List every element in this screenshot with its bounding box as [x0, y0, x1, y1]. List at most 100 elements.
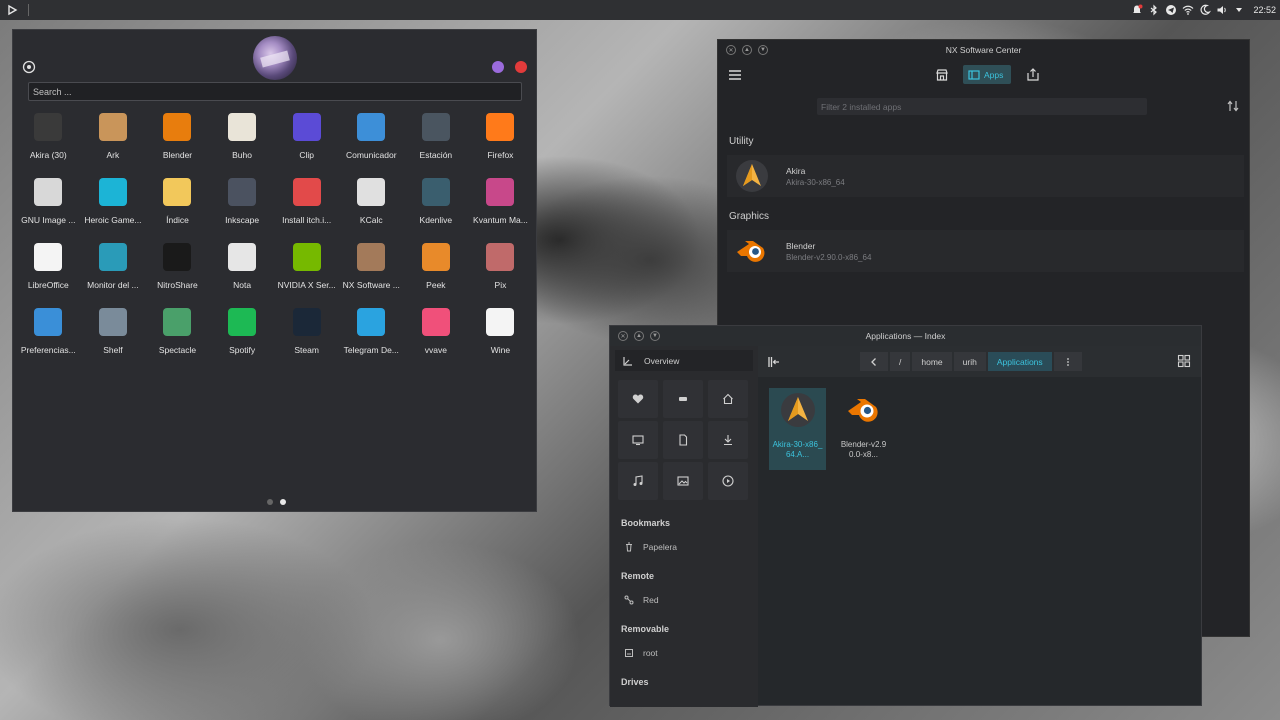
removable-item[interactable]: root: [624, 648, 658, 658]
app-gimp[interactable]: GNU Image ...: [16, 175, 81, 240]
app-peek[interactable]: Peek: [404, 240, 469, 305]
app-inkscape[interactable]: Inkscape: [210, 175, 275, 240]
app-label: Install itch.i...: [282, 215, 332, 225]
app-nvidia[interactable]: NVIDIA X Ser...: [274, 240, 339, 305]
page-dot-active[interactable]: [280, 499, 286, 505]
night-mode-icon[interactable]: [1199, 4, 1212, 16]
app-preferences[interactable]: Preferencias...: [16, 305, 81, 370]
app-kdenlive[interactable]: Kdenlive: [404, 175, 469, 240]
file-item-akira[interactable]: Akira-30-x86_64.A...: [769, 388, 826, 470]
place-videos[interactable]: [708, 462, 748, 500]
place-music[interactable]: [618, 462, 658, 500]
place-desktop[interactable]: [618, 421, 658, 459]
place-favorites[interactable]: [618, 380, 658, 418]
export-icon[interactable]: [1026, 68, 1040, 82]
power-icon[interactable]: [515, 61, 527, 73]
place-downloads[interactable]: [708, 421, 748, 459]
app-pix[interactable]: Pix: [468, 240, 533, 305]
bookmark-item[interactable]: Papelera: [624, 542, 677, 552]
app-version: Blender-v2.90.0-x86_64: [786, 252, 872, 262]
breadcrumb-urih[interactable]: urih: [953, 352, 986, 371]
app-label: Índice: [166, 215, 189, 225]
grid-view-icon[interactable]: [1177, 354, 1191, 368]
libreoffice-icon: [34, 243, 63, 271]
close-icon[interactable]: ✕: [726, 45, 736, 55]
list-item-blender[interactable]: Blender Blender-v2.90.0-x86_64: [727, 230, 1244, 272]
app-vvave[interactable]: vvave: [404, 305, 469, 370]
blender-icon: [737, 241, 765, 262]
notification-icon[interactable]: [1131, 4, 1143, 16]
app-comunicador[interactable]: Comunicador: [339, 110, 404, 175]
window-title: NX Software Center: [945, 45, 1022, 55]
play-icon[interactable]: [6, 4, 18, 16]
app-kvantum[interactable]: Kvantum Ma...: [468, 175, 533, 240]
list-item-akira[interactable]: Akira Akira-30-x86_64: [727, 155, 1244, 197]
breadcrumb-applications[interactable]: Applications: [987, 352, 1052, 371]
app-nota[interactable]: Nota: [210, 240, 275, 305]
app-wine[interactable]: Wine: [468, 305, 533, 370]
app-label: Comunicador: [345, 150, 397, 160]
page-dot[interactable]: [267, 499, 273, 505]
app-clip[interactable]: Clip: [274, 110, 339, 175]
image-icon: [677, 476, 689, 486]
place-tags[interactable]: [663, 380, 703, 418]
volume-icon[interactable]: [1216, 4, 1228, 16]
back-button[interactable]: [860, 352, 888, 371]
place-documents[interactable]: [663, 421, 703, 459]
app-telegram[interactable]: Telegram De...: [339, 305, 404, 370]
app-label: Spotify: [229, 345, 256, 355]
app-spectacle[interactable]: Spectacle: [145, 305, 210, 370]
maximize-icon[interactable]: ▲: [742, 45, 752, 55]
app-spotify[interactable]: Spotify: [210, 305, 275, 370]
breadcrumb-home[interactable]: home: [912, 352, 952, 371]
app-folder[interactable]: Índice: [145, 175, 210, 240]
app-estacion[interactable]: Estación: [404, 110, 469, 175]
filter-input[interactable]: [817, 98, 1147, 115]
apps-tab[interactable]: Apps: [963, 65, 1011, 84]
app-heroic[interactable]: Heroic Game...: [81, 175, 146, 240]
lock-icon[interactable]: [492, 61, 504, 73]
search-input[interactable]: [28, 82, 522, 101]
file-item-blender[interactable]: Blender-v2.90.0-x8...: [835, 388, 892, 470]
minimize-icon[interactable]: ▼: [758, 45, 768, 55]
wifi-icon[interactable]: [1182, 4, 1194, 16]
app-firefox[interactable]: Firefox: [468, 110, 533, 175]
panel-separator: [28, 4, 29, 16]
more-options-button[interactable]: [1053, 352, 1082, 371]
shelf-icon: [98, 308, 127, 336]
app-akira[interactable]: Akira (30): [16, 110, 81, 175]
avatar[interactable]: [253, 36, 297, 80]
toggle-sidebar-button[interactable]: [763, 352, 785, 371]
overview-item[interactable]: Overview: [615, 350, 753, 371]
app-ark[interactable]: Ark: [81, 110, 146, 175]
app-nitroshare[interactable]: NitroShare: [145, 240, 210, 305]
close-icon[interactable]: ✕: [618, 331, 628, 341]
minimize-icon[interactable]: ▼: [650, 331, 660, 341]
removable-label: root: [643, 648, 658, 658]
bluetooth-icon[interactable]: [1148, 4, 1160, 16]
app-blender[interactable]: Blender: [145, 110, 210, 175]
breadcrumb-root[interactable]: /: [890, 352, 911, 371]
app-kcalc[interactable]: KCalc: [339, 175, 404, 240]
store-icon[interactable]: [935, 68, 949, 82]
app-libreoffice[interactable]: LibreOffice: [16, 240, 81, 305]
app-buho[interactable]: Buho: [210, 110, 275, 175]
place-home[interactable]: [708, 380, 748, 418]
app-steam[interactable]: Steam: [274, 305, 339, 370]
folder-icon: [163, 178, 192, 206]
settings-icon[interactable]: [22, 60, 36, 74]
remote-item[interactable]: Red: [624, 595, 659, 605]
maximize-icon[interactable]: ▲: [634, 331, 644, 341]
sort-icon[interactable]: [1226, 99, 1240, 113]
clock[interactable]: 22:52: [1253, 5, 1276, 15]
chevron-down-icon[interactable]: [1233, 4, 1245, 16]
place-pictures[interactable]: [663, 462, 703, 500]
app-monitor[interactable]: Monitor del ...: [81, 240, 146, 305]
app-nx-software[interactable]: NX Software ...: [339, 240, 404, 305]
app-shelf[interactable]: Shelf: [81, 305, 146, 370]
hamburger-menu-icon[interactable]: [728, 68, 742, 82]
telegram-tray-icon[interactable]: [1165, 4, 1177, 16]
overview-label: Overview: [644, 355, 680, 366]
app-itch[interactable]: Install itch.i...: [274, 175, 339, 240]
ark-icon: [98, 113, 127, 141]
